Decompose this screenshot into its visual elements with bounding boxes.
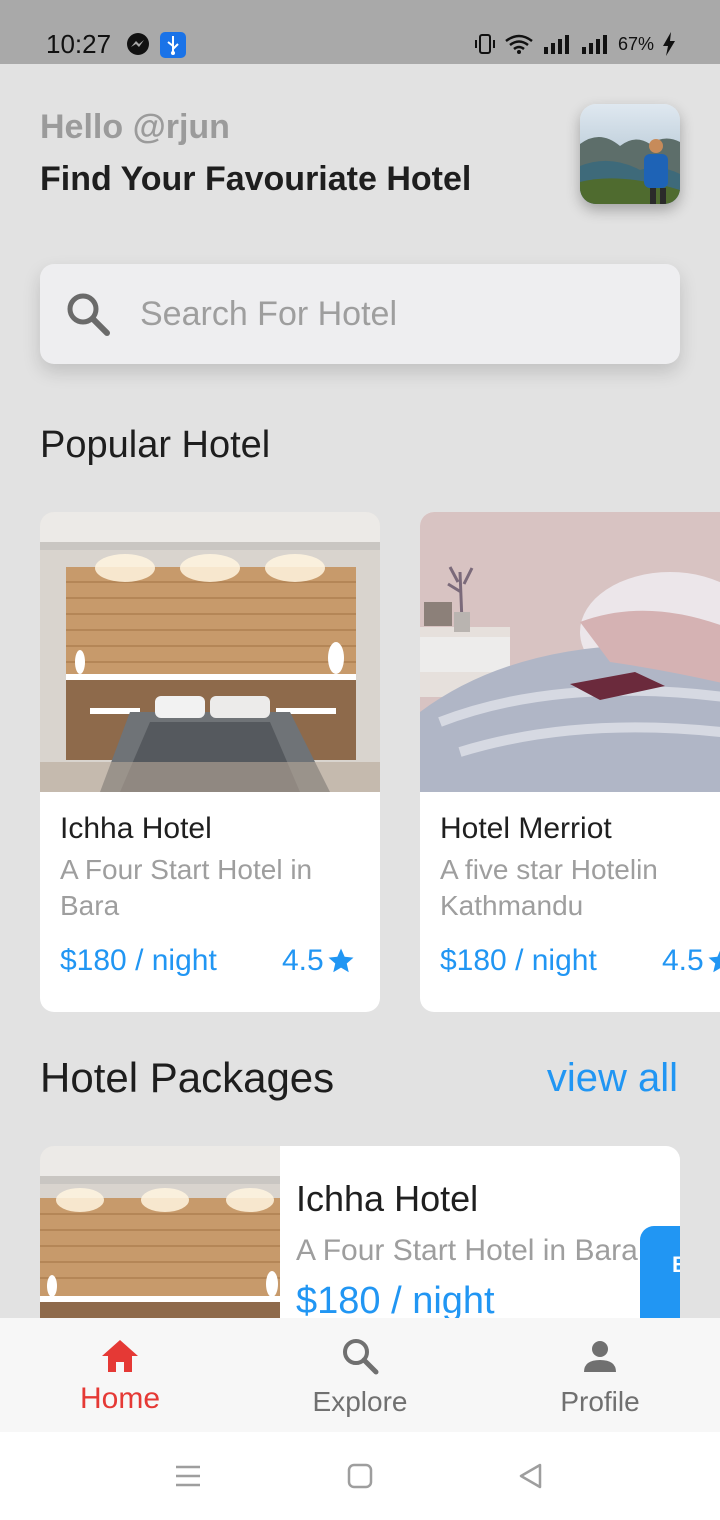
hotel-description: A Four Start Hotel in Bara bbox=[60, 854, 313, 921]
menu-icon[interactable] bbox=[174, 1462, 202, 1490]
package-name: Ichha Hotel bbox=[296, 1178, 479, 1219]
signal-icon bbox=[543, 35, 569, 54]
package-price: $180 / night bbox=[296, 1280, 495, 1318]
star-icon bbox=[328, 948, 354, 973]
bottom-nav: Home Explore Profile bbox=[0, 1318, 720, 1432]
wifi-icon bbox=[505, 34, 533, 54]
hotel-description: A five star Hotelin Kathmandu bbox=[440, 854, 658, 921]
search-icon bbox=[343, 1339, 379, 1375]
nav-item-home[interactable]: Home bbox=[0, 1318, 240, 1432]
home-button-icon[interactable] bbox=[346, 1462, 374, 1490]
nav-item-profile[interactable]: Profile bbox=[480, 1318, 720, 1432]
nav-label-explore: Explore bbox=[312, 1386, 408, 1417]
home-icon bbox=[102, 1340, 138, 1372]
status-indicators: 67% bbox=[474, 28, 676, 60]
hotel-name: Ichha Hotel bbox=[60, 812, 212, 845]
vibrate-icon bbox=[474, 34, 495, 54]
search-icon bbox=[67, 293, 110, 336]
hotel-rating: 4.5 bbox=[662, 944, 720, 978]
hotel-name: Hotel Merriot bbox=[440, 812, 612, 845]
package-image bbox=[40, 1146, 280, 1318]
system-nav-bar bbox=[0, 1432, 720, 1520]
hotel-card[interactable]: Ichha Hotel A Four Start Hotel in Bara $… bbox=[40, 512, 380, 1012]
battery-percent: 67% bbox=[617, 33, 654, 54]
rating-value: 4.5 bbox=[662, 944, 704, 977]
view-all-link[interactable]: view all bbox=[547, 1056, 678, 1101]
package-description: A Four Start Hotel in Bara bbox=[296, 1234, 638, 1267]
hotel-price: $180 / night bbox=[60, 944, 217, 977]
messenger-icon bbox=[127, 33, 149, 55]
greeting-text: Hello @rjun bbox=[40, 108, 230, 146]
package-card[interactable]: Ichha Hotel A Four Start Hotel in Bara $… bbox=[40, 1146, 680, 1318]
hotel-price: $180 / night bbox=[440, 944, 597, 977]
popular-section-title: Popular Hotel bbox=[40, 424, 271, 466]
search-input[interactable] bbox=[140, 290, 660, 338]
hotel-image bbox=[420, 512, 720, 792]
search-bar[interactable] bbox=[40, 264, 680, 364]
nav-label-profile: Profile bbox=[560, 1386, 640, 1417]
packages-section-title: Hotel Packages bbox=[40, 1054, 335, 1101]
avatar[interactable] bbox=[580, 104, 680, 204]
charging-icon bbox=[663, 32, 675, 56]
signal-icon-2 bbox=[581, 35, 607, 54]
rating-value: 4.5 bbox=[282, 944, 324, 977]
hotel-rating: 4.5 bbox=[282, 944, 356, 978]
back-icon[interactable] bbox=[516, 1462, 544, 1490]
hotel-card[interactable]: Hotel Merriot A five star Hotelin Kathma… bbox=[420, 512, 720, 1012]
star-icon bbox=[708, 950, 720, 973]
nav-item-explore[interactable]: Explore bbox=[240, 1318, 480, 1432]
hotel-image bbox=[40, 512, 380, 792]
status-bar: 10:27 67% bbox=[0, 0, 720, 64]
person-icon bbox=[584, 1341, 616, 1372]
page-title: Find Your Favouriate Hotel bbox=[40, 160, 472, 198]
status-time: 10:27 bbox=[46, 29, 112, 59]
usb-icon bbox=[160, 32, 186, 58]
avatar-image bbox=[580, 104, 680, 204]
app-content: Hello @rjun Find Your Favouriate Hotel S… bbox=[0, 64, 720, 1318]
nav-label-home: Home bbox=[79, 1382, 161, 1415]
book-button[interactable]: Book bbox=[640, 1226, 680, 1318]
